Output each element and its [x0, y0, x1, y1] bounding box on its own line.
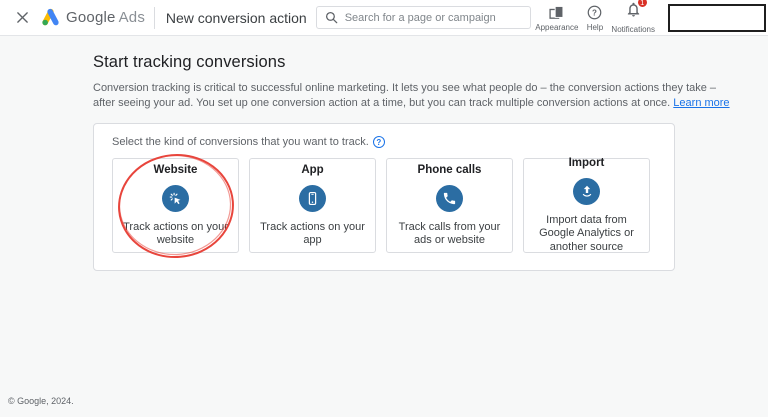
- phone-icon: [436, 185, 463, 212]
- notifications-button[interactable]: 1 Notifications: [607, 1, 659, 34]
- card-description: Import data from Google Analytics or ano…: [534, 214, 639, 255]
- page-heading: Start tracking conversions: [93, 53, 738, 72]
- notification-badge: 1: [637, 0, 648, 8]
- learn-more-link[interactable]: Learn more: [673, 97, 729, 109]
- brand-ads: Ads: [119, 9, 145, 26]
- select-kind-row: Select the kind of conversions that you …: [112, 136, 657, 148]
- card-description: Track actions on your website: [123, 221, 228, 248]
- conversion-card-phone-calls[interactable]: Phone calls Track calls from your ads or…: [386, 158, 513, 253]
- conversion-card-import[interactable]: Import Import data from Google Analytics…: [523, 158, 650, 253]
- intro-paragraph: Conversion tracking is critical to succe…: [93, 81, 738, 110]
- copyright-text: © Google, 2024.: [8, 396, 74, 406]
- help-icon: ?: [586, 4, 603, 21]
- help-button[interactable]: ? Help: [582, 4, 607, 32]
- help-tooltip-icon[interactable]: ?: [373, 136, 385, 148]
- conversion-cards-row: Website Trac: [112, 158, 657, 253]
- card-wrap-import: Import Import data from Google Analytics…: [523, 158, 650, 253]
- card-title: Import: [569, 157, 605, 169]
- card-wrap-phone-calls: Phone calls Track calls from your ads or…: [386, 158, 513, 253]
- select-kind-label: Select the kind of conversions that you …: [112, 136, 369, 148]
- search-box[interactable]: [316, 6, 532, 29]
- search-input[interactable]: [345, 12, 523, 24]
- conversion-kind-panel: Select the kind of conversions that you …: [93, 123, 675, 271]
- card-title: App: [301, 164, 323, 176]
- card-description: Track actions on your app: [260, 221, 365, 248]
- card-description: Track calls from your ads or website: [397, 221, 502, 248]
- smartphone-icon: [299, 185, 326, 212]
- topbar-divider: [154, 7, 155, 29]
- notifications-label: Notifications: [611, 25, 655, 34]
- page-title: New conversion action: [166, 10, 307, 26]
- conversion-card-app[interactable]: App Track actions on your app: [249, 158, 376, 253]
- card-title: Phone calls: [418, 164, 482, 176]
- card-wrap-app: App Track actions on your app: [249, 158, 376, 253]
- ads-click-icon: [162, 185, 189, 212]
- copyright-footer: © Google, 2024.: [8, 396, 74, 406]
- google-ads-logo-icon: [40, 7, 61, 28]
- appearance-button[interactable]: Appearance: [531, 4, 582, 32]
- help-label: Help: [587, 23, 603, 32]
- main-content: Start tracking conversions Conversion tr…: [0, 36, 768, 271]
- brand-wordmark: GoogleAds: [66, 9, 145, 26]
- search-icon: [325, 11, 338, 24]
- redacted-account-box: [668, 4, 766, 32]
- topbar: GoogleAds New conversion action Appearan…: [0, 0, 768, 36]
- appearance-icon: [548, 4, 565, 21]
- topbar-actions: Appearance ? Help 1 Notifications: [531, 1, 766, 34]
- brand-google: Google: [66, 9, 116, 26]
- card-title: Website: [154, 164, 198, 176]
- appearance-label: Appearance: [535, 23, 578, 32]
- close-icon[interactable]: [16, 11, 29, 25]
- card-wrap-website: Website Trac: [112, 158, 239, 253]
- svg-text:?: ?: [592, 8, 597, 17]
- conversion-card-website[interactable]: Website Trac: [112, 158, 239, 253]
- upload-icon: [573, 178, 600, 205]
- intro-text: Conversion tracking is critical to succe…: [93, 82, 716, 109]
